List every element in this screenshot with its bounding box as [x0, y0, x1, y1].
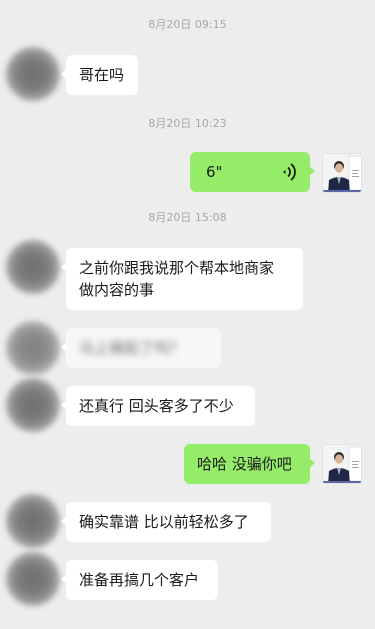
message-text: 哥在吗 [79, 66, 125, 84]
contact-avatar[interactable] [6, 321, 60, 375]
message-bubble-received[interactable]: 准备再搞几个客户 [61, 560, 218, 600]
self-avatar[interactable] [322, 444, 362, 484]
voice-message-bubble[interactable]: 6" [190, 152, 315, 192]
message-text: 还真行 回头客多了不少 [79, 397, 234, 415]
message-text: 确实靠谱 比以前轻松多了 [79, 513, 249, 531]
contact-avatar[interactable] [6, 47, 60, 101]
message-bubble-received-blurred[interactable]: 马上搞起了吗？ [61, 328, 221, 368]
contact-avatar[interactable] [6, 494, 60, 548]
contact-avatar[interactable] [6, 240, 60, 294]
message-text: 准备再搞几个客户 [79, 571, 200, 589]
message-bubble-received[interactable]: 哥在吗 [61, 55, 138, 95]
profile-photo [323, 445, 361, 483]
timestamp: 8月20日 09:15 [148, 18, 227, 31]
message-bubble-received[interactable]: 确实靠谱 比以前轻松多了 [61, 502, 271, 542]
message-text-line: 之前你跟我说那个帮本地商家 [79, 259, 275, 277]
message-bubble-received[interactable]: 还真行 回头客多了不少 [61, 386, 255, 426]
blurred-message-text: 马上搞起了吗？ [79, 339, 185, 357]
contact-avatar[interactable] [6, 552, 60, 606]
timestamp: 8月20日 15:08 [148, 211, 227, 224]
timestamp: 8月20日 10:23 [148, 117, 227, 130]
voice-wave-icon [283, 163, 296, 181]
profile-photo [323, 154, 361, 192]
self-avatar[interactable] [322, 153, 362, 193]
voice-duration: 6" [206, 163, 223, 181]
message-text: 哈哈 没骗你吧 [197, 455, 292, 473]
message-text-line: 做内容的事 [79, 281, 155, 299]
chat-window: 8月20日 09:15 哥在吗 8月20日 10:23 6" 8月20日 15:… [0, 0, 375, 629]
message-bubble-sent[interactable]: 哈哈 没骗你吧 [184, 444, 315, 484]
message-bubble-received[interactable]: 之前你跟我说那个帮本地商家 做内容的事 [61, 248, 303, 310]
contact-avatar[interactable] [6, 378, 60, 432]
